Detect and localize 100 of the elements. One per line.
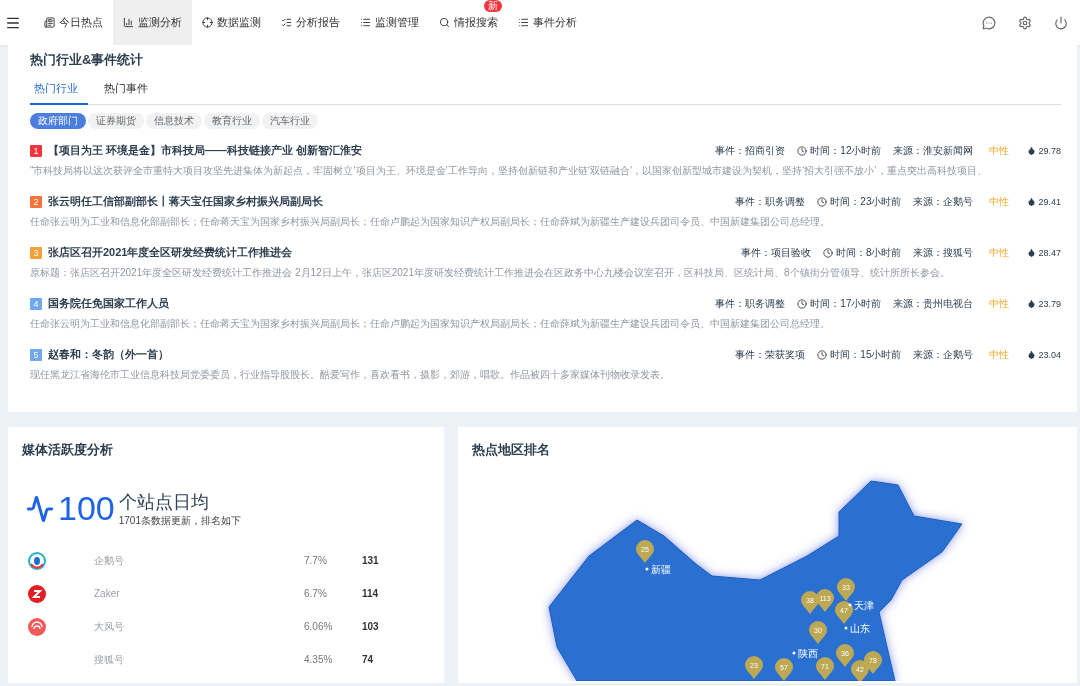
media-share: 6.06% <box>304 621 334 632</box>
map-place-label: 陕西 <box>792 648 818 659</box>
filter-chip[interactable]: 政府部门 <box>30 113 86 129</box>
rank-badge: 2 <box>30 195 42 208</box>
event-label: 事件：招商引资 <box>715 143 786 158</box>
event-label: 事件：项目验收 <box>740 245 811 260</box>
media-share: 4.35% <box>304 654 334 665</box>
media-share: 6.7% <box>304 588 328 599</box>
heat-value: 29.41 <box>1038 196 1061 207</box>
media-count: 131 <box>362 555 380 566</box>
sentiment-label: 中性 <box>989 296 1010 311</box>
news-title[interactable]: 赵春和：冬韵（外一首） <box>48 347 169 362</box>
nav-icon <box>202 17 213 28</box>
media-logo-icon <box>28 551 46 570</box>
event-label: 事件：职务调整 <box>735 194 806 209</box>
clock-icon <box>817 196 828 207</box>
nav-tab[interactable]: 今日热点 <box>34 13 113 32</box>
rank-badge: 1 <box>30 144 42 157</box>
nav-icon <box>44 17 55 28</box>
nav-tab[interactable]: 监测管理 <box>350 13 429 32</box>
source-label: 来源：搜狐号 <box>913 245 974 260</box>
media-count: 74 <box>362 654 375 665</box>
drop-icon <box>1027 299 1037 308</box>
panel-title: 热点地区排名 <box>472 441 551 459</box>
headline: 个站点日均 <box>118 490 210 514</box>
media-logo-icon <box>28 584 46 603</box>
nav-icon <box>281 17 292 28</box>
nav-tab[interactable]: 分析报告 <box>271 13 350 32</box>
drop-icon <box>1027 197 1037 206</box>
filter-chip[interactable]: 教育行业 <box>204 113 260 129</box>
clock-icon <box>817 349 828 360</box>
time-label: 时间：17小时前 <box>810 296 882 311</box>
news-summary: 现任黑龙江省海伦市工业信息科技局党委委员，行业指导股股长。酷爱写作，喜欢看书，摄影，郊游，唱歌。作品被四十多家媒体刊物收录发表。 <box>30 368 671 382</box>
heat-value: 29.78 <box>1038 145 1061 156</box>
pulse-icon <box>26 494 54 523</box>
source-label: 来源：贵州电视台 <box>893 296 974 311</box>
clock-icon <box>797 298 808 309</box>
media-logo-icon <box>28 617 46 636</box>
media-name: 搜狐号 <box>94 652 125 667</box>
filter-chip[interactable]: 证券期货 <box>88 113 144 129</box>
nav-icon <box>123 17 134 28</box>
news-summary: 任命张云明为工业和信息化部副部长；任命蒋天宝为国家乡村振兴局副局长；任命卢鹏起为国家知识产权局副局长；任命薛斌为新疆生产建设兵团司令员、中国新建集团公司总经理。 <box>30 317 831 331</box>
map-place-label: 新疆 <box>645 564 671 575</box>
drop-icon <box>1027 248 1037 257</box>
source-label: 来源：淮安新闻网 <box>893 143 974 158</box>
drop-icon <box>1027 146 1037 155</box>
nav-icon <box>360 17 371 28</box>
section-title: 热门行业&事件统计 <box>30 51 145 69</box>
rank-badge: 4 <box>30 297 42 310</box>
nav-icon <box>518 17 529 28</box>
nav-icon <box>439 17 450 28</box>
time-label: 时间：12小时前 <box>810 143 882 158</box>
sentiment-label: 中性 <box>989 194 1010 209</box>
source-label: 来源：企鹅号 <box>913 194 974 209</box>
news-summary: 任命张云明为工业和信息化部副部长；任命蒋天宝为国家乡村振兴局副局长；任命卢鹏起为国家知识产权局副局长；任命薛斌为新疆生产建设兵团司令员、中国新建集团公司总经理。 <box>30 215 831 229</box>
media-count: 114 <box>362 588 380 599</box>
sentiment-label: 中性 <box>989 245 1010 260</box>
event-label: 事件：职务调整 <box>715 296 786 311</box>
event-label: 事件：荣获奖项 <box>735 347 806 362</box>
drop-icon <box>1027 350 1037 359</box>
tab[interactable]: 热门事件 <box>100 81 158 105</box>
heat-value: 28.47 <box>1038 247 1061 258</box>
nav-tab[interactable]: 数据监测 <box>192 13 271 32</box>
clock-icon <box>797 145 808 156</box>
time-label: 时间：8小时前 <box>835 245 902 260</box>
media-name: 大风号 <box>94 619 125 634</box>
news-title[interactable]: 【项目为王 环境是金】市科技局——科技链接产业 创新智汇淮安 <box>48 143 363 158</box>
news-summary: 原标题：张店区召开2021年度全区研发经费统计工作推进会 2月12日上午，张店区2021年度研发经费统计工作推进会在区政务中心九楼会议室召开，区科技局、区统计局、8个镇街分管领导、统计所所长参会。 <box>30 266 951 280</box>
filter-chip[interactable]: 信息技术 <box>146 113 202 129</box>
nav-tab[interactable]: 监测分析 <box>113 0 192 45</box>
clock-icon <box>822 247 833 258</box>
filter-chip[interactable]: 汽车行业 <box>262 113 318 129</box>
subline: 1701条数据更新，排名如下 <box>118 513 241 528</box>
new-badge: 新 <box>484 0 502 12</box>
big-number: 100 <box>58 489 115 528</box>
time-label: 时间：23小时前 <box>830 194 902 209</box>
time-label: 时间：15小时前 <box>830 347 902 362</box>
rank-badge: 5 <box>30 348 42 361</box>
media-share: 7.7% <box>304 555 328 566</box>
media-name: 企鹅号 <box>94 553 125 568</box>
tab[interactable]: 热门行业 <box>30 81 88 105</box>
rank-badge: 3 <box>30 246 42 259</box>
power-icon[interactable] <box>1054 15 1068 30</box>
heat-value: 23.04 <box>1038 349 1061 360</box>
sentiment-label: 中性 <box>989 347 1010 362</box>
settings-icon[interactable] <box>1018 15 1032 30</box>
news-title[interactable]: 张店区召开2021年度全区研发经费统计工作推进会 <box>48 245 293 260</box>
source-label: 来源：企鹅号 <box>913 347 974 362</box>
sentiment-label: 中性 <box>989 143 1010 158</box>
news-title[interactable]: 国务院任免国家工作人员 <box>48 296 169 311</box>
nav-tab[interactable]: 事件分析 <box>508 13 587 32</box>
news-title[interactable]: 张云明任工信部副部长丨蒋天宝任国家乡村振兴局副局长 <box>48 194 323 209</box>
panel-title: 媒体活跃度分析 <box>22 441 114 459</box>
news-summary: “市科技局将以这次获评全市重特大项目攻坚先进集体为新起点，牢固树立‘项目为王、环境是金’工作导向，坚持创新链和产业链‘双链融合’，以国家创新型城市建设为契机，坚持‘招大引强不放小’，重点突出高科技项目、 <box>30 164 988 178</box>
media-name: Zaker <box>94 588 121 599</box>
media-count: 103 <box>362 621 380 632</box>
nav-tab[interactable]: 情报搜索 <box>429 13 508 32</box>
message-icon[interactable] <box>982 15 996 30</box>
map-place-label: 山东 <box>844 623 870 634</box>
heat-value: 23.79 <box>1038 298 1061 309</box>
